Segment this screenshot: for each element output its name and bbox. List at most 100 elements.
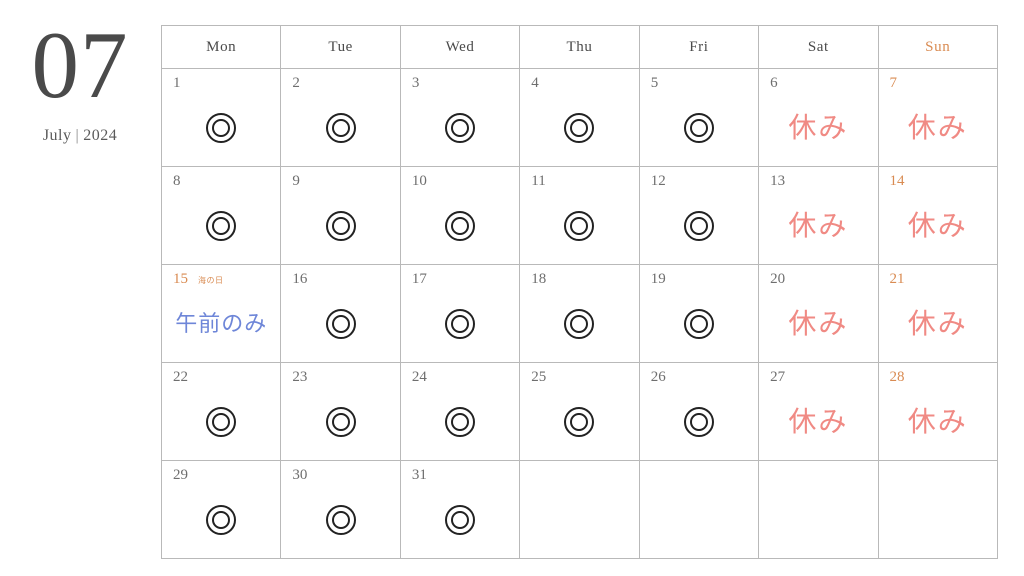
calendar-day-cell[interactable]: 3 <box>400 69 521 167</box>
day-status-area <box>640 291 758 356</box>
day-number: 3 <box>411 75 420 91</box>
weekday-header-cell-wed: Wed <box>400 26 521 69</box>
calendar-weeks: 1 2 3 4 5 6 休み 7 休み 8 9 10 11 12 13 休み 14 休み 15 海の日 午前のみ 16 17… <box>162 69 998 559</box>
open-double-circle-icon <box>206 210 237 241</box>
calendar-day-cell[interactable]: 6 休み <box>759 69 879 167</box>
calendar-day-cell[interactable]: 17 <box>400 265 521 363</box>
open-double-circle-icon <box>445 112 476 143</box>
month-name: July <box>42 127 72 144</box>
day-status-area <box>401 193 519 258</box>
calendar-day-cell[interactable]: 5 <box>639 69 760 167</box>
day-status-area <box>401 487 519 552</box>
open-double-circle-icon <box>445 210 476 241</box>
open-double-circle-icon <box>445 308 476 339</box>
calendar-cell-empty <box>639 461 760 559</box>
calendar-day-cell[interactable]: 4 <box>520 69 640 167</box>
calendar-day-cell[interactable]: 30 <box>281 461 401 559</box>
title-separator: | <box>75 127 80 144</box>
open-double-circle-icon <box>683 112 714 143</box>
calendar-cell-empty <box>878 461 998 559</box>
day-number: 19 <box>650 271 666 287</box>
calendar-day-cell[interactable]: 7 休み <box>878 69 998 167</box>
closed-label: 休み <box>907 307 968 339</box>
day-number: 24 <box>411 369 427 385</box>
calendar-day-cell[interactable]: 22 <box>162 363 282 461</box>
open-double-circle-icon <box>325 308 356 339</box>
calendar-day-cell[interactable]: 31 <box>400 461 521 559</box>
day-number: 12 <box>650 173 666 189</box>
weekday-header-cell-fri: Fri <box>639 26 760 69</box>
day-number: 1 <box>173 75 181 91</box>
open-double-circle-icon <box>325 112 356 143</box>
open-double-circle-icon <box>325 210 356 241</box>
calendar-day-cell[interactable]: 9 <box>281 167 401 265</box>
day-status-area: 休み <box>759 389 877 454</box>
closed-label: 休み <box>788 111 849 143</box>
month-number: 07 <box>31 12 129 118</box>
open-double-circle-icon <box>206 504 237 535</box>
weekday-label: Mon <box>206 38 237 55</box>
calendar-day-cell[interactable]: 20 休み <box>759 265 879 363</box>
year-value: 2024 <box>83 127 118 144</box>
day-status-area <box>162 95 280 160</box>
day-status-area: 休み <box>759 291 877 356</box>
calendar-day-cell[interactable]: 15 海の日 午前のみ <box>162 265 282 363</box>
open-double-circle-icon <box>564 210 595 241</box>
calendar-day-cell[interactable]: 25 <box>520 363 640 461</box>
day-number: 31 <box>411 467 427 483</box>
day-number: 7 <box>889 75 898 91</box>
calendar-day-cell[interactable]: 18 <box>520 265 640 363</box>
calendar-day-cell[interactable]: 13 休み <box>759 167 879 265</box>
calendar-day-cell[interactable]: 21 休み <box>878 265 998 363</box>
day-number: 5 <box>650 75 659 91</box>
calendar-day-cell[interactable]: 11 <box>520 167 640 265</box>
day-status-area <box>162 193 280 258</box>
weekday-header-cell-thu: Thu <box>520 26 640 69</box>
weekday-label: Fri <box>689 38 709 55</box>
calendar-week-row: 22 23 24 25 26 27 休み 28 休み <box>162 363 998 461</box>
closed-label: 休み <box>788 307 849 339</box>
day-number: 29 <box>173 467 188 483</box>
day-number: 18 <box>531 271 547 287</box>
day-status-area <box>520 95 638 160</box>
calendar-day-cell[interactable]: 10 <box>400 167 521 265</box>
calendar-day-cell[interactable]: 1 <box>162 69 282 167</box>
day-number: 16 <box>292 271 308 287</box>
calendar-day-cell[interactable]: 14 休み <box>878 167 998 265</box>
day-status-area: 休み <box>879 389 997 454</box>
calendar-grid: Mon Tue Wed Thu Fri Sat Sun 1 2 3 4 5 6 休み 7 休み 8 9 10 11 1… <box>161 25 998 559</box>
day-status-area <box>401 389 519 454</box>
day-status-area <box>281 389 399 454</box>
month-year-label: July | 2024 <box>0 127 160 145</box>
open-double-circle-icon <box>325 406 356 437</box>
day-status-area <box>401 95 519 160</box>
day-number: 13 <box>770 173 786 189</box>
day-number: 22 <box>173 369 188 385</box>
calendar-day-cell[interactable]: 24 <box>400 363 521 461</box>
weekday-label: Sat <box>807 38 829 55</box>
calendar-page: 07 July | 2024 Mon Tue Wed Thu Fri Sat Sun 12345… <box>0 0 1024 576</box>
day-number: 25 <box>531 369 547 385</box>
calendar-day-cell[interactable]: 2 <box>281 69 401 167</box>
open-double-circle-icon <box>683 406 714 437</box>
calendar-day-cell[interactable]: 29 <box>162 461 282 559</box>
calendar-day-cell[interactable]: 8 <box>162 167 282 265</box>
day-status-area: 休み <box>879 193 997 258</box>
calendar-day-cell[interactable]: 26 <box>639 363 760 461</box>
closed-label: 休み <box>788 209 849 241</box>
day-number: 21 <box>889 271 905 287</box>
day-status-area: 休み <box>879 95 997 160</box>
day-number: 28 <box>889 369 905 385</box>
day-status-area <box>281 193 399 258</box>
day-status-area <box>281 487 399 552</box>
calendar-day-cell[interactable]: 16 <box>281 265 401 363</box>
calendar-day-cell[interactable]: 19 <box>639 265 760 363</box>
calendar-day-cell[interactable]: 27 休み <box>759 363 879 461</box>
calendar-day-cell[interactable]: 28 休み <box>878 363 998 461</box>
day-status-area <box>640 389 758 454</box>
day-number: 14 <box>889 173 905 189</box>
open-double-circle-icon <box>445 504 476 535</box>
calendar-day-cell[interactable]: 23 <box>281 363 401 461</box>
day-status-area <box>640 95 758 160</box>
calendar-day-cell[interactable]: 12 <box>639 167 760 265</box>
